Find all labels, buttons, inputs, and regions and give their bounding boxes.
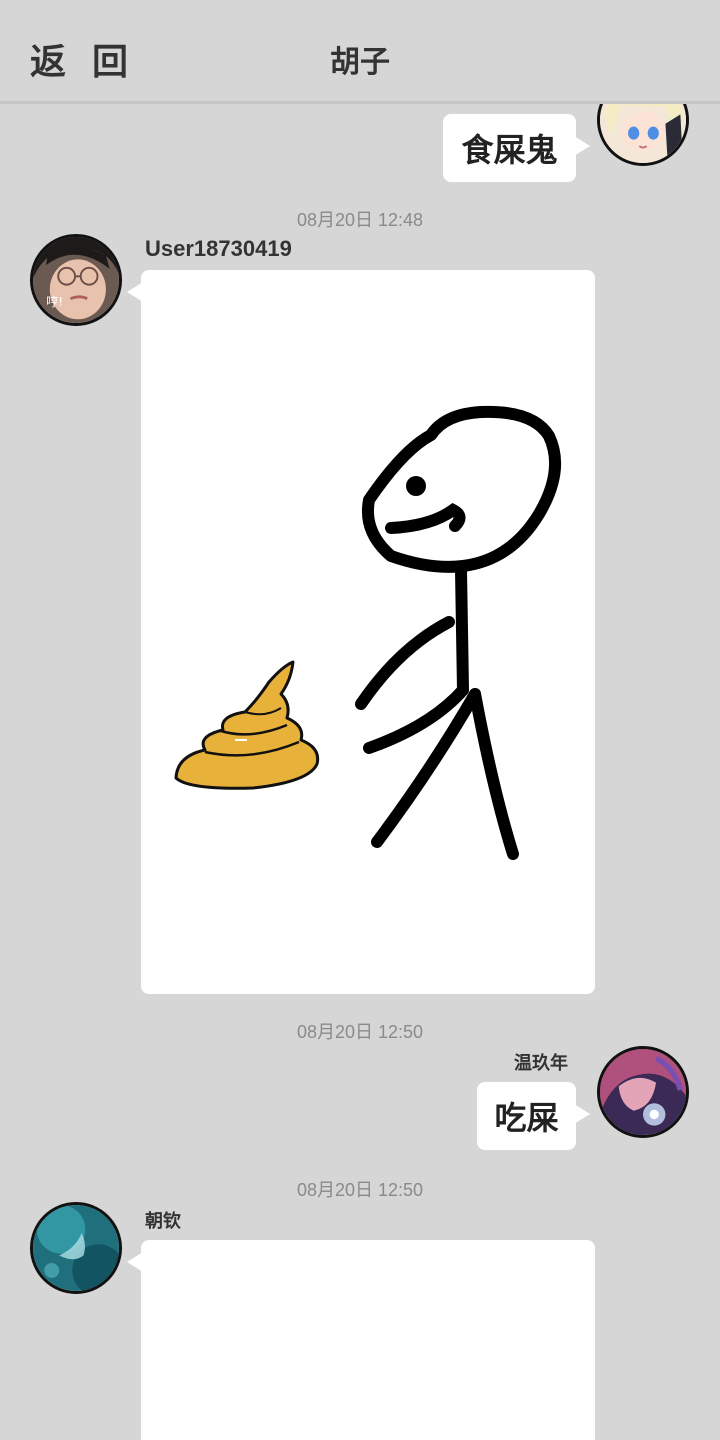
message-text: 食屎鬼 [461, 132, 558, 168]
timestamp: 08月20日 12:50 [296, 1022, 424, 1042]
anime-pink-hair-avatar[interactable] [597, 1046, 689, 1138]
stick-figure-with-poop-drawing [174, 405, 562, 860]
image-message-bubble[interactable] [127, 270, 595, 994]
image-message-bubble[interactable] [127, 1240, 595, 1440]
avatar-caption: 哼! [46, 294, 63, 309]
sender-name: User18730419 [145, 236, 292, 261]
teal-abstract-avatar[interactable] [30, 1202, 122, 1294]
message-text: 吃屎 [494, 1100, 559, 1136]
sender-name: 朝钦 [145, 1211, 181, 1231]
sender-name: 温玖年 [514, 1053, 568, 1073]
message-bubble-right[interactable]: 食屎鬼 [443, 114, 590, 182]
message-bubble-right[interactable]: 吃屎 [477, 1082, 590, 1150]
photo-girl-glasses-avatar[interactable]: 哼! [30, 234, 122, 326]
timestamp: 08月20日 12:50 [296, 1180, 424, 1200]
timestamp: 08月20日 12:48 [296, 210, 424, 230]
chat-message-list[interactable]: 食屎鬼 08月20日 12:48 哼! User18730419 08月20日 … [0, 104, 720, 1440]
chat-title: 胡子 [330, 46, 390, 79]
anime-blonde-avatar[interactable] [597, 104, 689, 166]
top-bar: 返 回 胡子 [0, 0, 720, 104]
